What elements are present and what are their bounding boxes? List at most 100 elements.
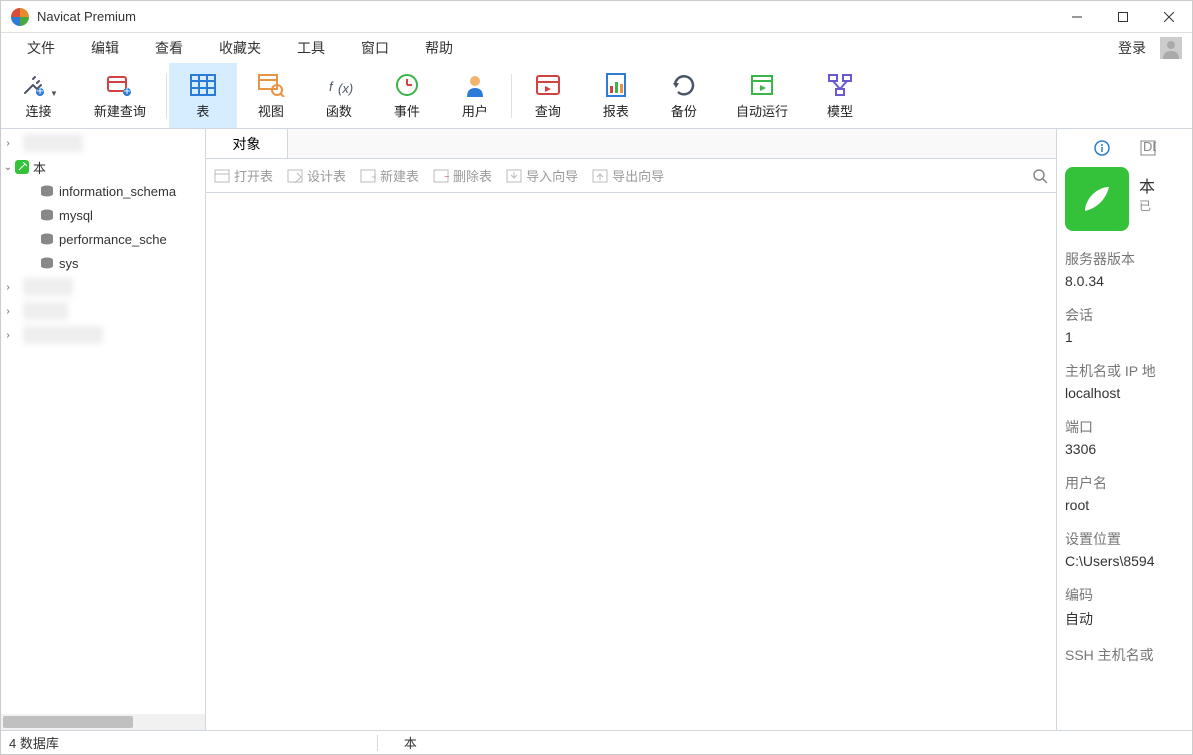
plug-icon: + bbox=[19, 71, 47, 99]
prop-label: 编码 bbox=[1065, 585, 1184, 605]
chevron-down-icon: ⌄ bbox=[1, 162, 15, 173]
new-query-button[interactable]: + 新建查询 bbox=[76, 63, 164, 128]
tree-database[interactable]: performance_sche bbox=[1, 227, 205, 251]
sidebar-hscrollbar[interactable] bbox=[1, 714, 205, 730]
view-icon bbox=[257, 71, 285, 99]
prop-label: 会话 bbox=[1065, 305, 1184, 325]
tab-objects[interactable]: 对象 bbox=[206, 129, 288, 158]
tree-database[interactable]: mysql bbox=[1, 203, 205, 227]
menu-help[interactable]: 帮助 bbox=[407, 34, 471, 62]
event-button[interactable]: 事件 bbox=[373, 63, 441, 128]
import-wizard-button[interactable]: 导入向导 bbox=[506, 166, 578, 185]
dropdown-icon: ▼ bbox=[50, 89, 58, 98]
tree-conn-blurred[interactable]: › bbox=[1, 323, 205, 347]
object-toolbar: 打开表 设计表 +新建表 −删除表 导入向导 导出向导 bbox=[206, 159, 1056, 193]
import-icon bbox=[506, 169, 522, 183]
backup-icon bbox=[670, 71, 698, 99]
autorun-button[interactable]: 自动运行 bbox=[718, 63, 806, 128]
prop-value: localhost bbox=[1065, 385, 1184, 401]
connect-button[interactable]: + ▼ 连接 bbox=[1, 63, 76, 128]
new-query-icon: + bbox=[106, 71, 134, 99]
main-panel: 对象 打开表 设计表 +新建表 −删除表 导入向导 导出向导 bbox=[206, 129, 1057, 730]
search-icon[interactable] bbox=[1032, 168, 1048, 184]
open-table-button[interactable]: 打开表 bbox=[214, 166, 273, 185]
delete-table-button[interactable]: −删除表 bbox=[433, 166, 492, 185]
prop-label: SSH 主机名或 bbox=[1065, 645, 1184, 665]
new-table-button[interactable]: +新建表 bbox=[360, 166, 419, 185]
prop-label: 端口 bbox=[1065, 417, 1184, 437]
query-icon bbox=[534, 71, 562, 99]
tree-database[interactable]: sys bbox=[1, 251, 205, 275]
svg-text:DDL: DDL bbox=[1143, 140, 1156, 154]
info-tab-ddl[interactable]: DDL bbox=[1139, 139, 1157, 157]
menu-file[interactable]: 文件 bbox=[9, 34, 73, 62]
report-icon bbox=[602, 71, 630, 99]
tree-conn-blurred[interactable]: › bbox=[1, 275, 205, 299]
export-wizard-button[interactable]: 导出向导 bbox=[592, 166, 664, 185]
prop-value: 3306 bbox=[1065, 441, 1184, 457]
database-icon bbox=[39, 233, 55, 245]
menu-window[interactable]: 窗口 bbox=[343, 34, 407, 62]
user-button[interactable]: 用户 bbox=[441, 63, 509, 128]
prop-label: 用户名 bbox=[1065, 473, 1184, 493]
menu-view[interactable]: 查看 bbox=[137, 34, 201, 62]
svg-text:+: + bbox=[123, 83, 131, 98]
database-icon bbox=[39, 185, 55, 197]
object-list bbox=[206, 193, 1056, 730]
tree-active-connection[interactable]: ⌄ 本 bbox=[1, 155, 205, 179]
menu-fav[interactable]: 收藏夹 bbox=[201, 34, 279, 62]
status-db-count: 4 数据库 bbox=[1, 733, 67, 752]
minimize-button[interactable] bbox=[1054, 1, 1100, 33]
delete-table-icon: − bbox=[433, 169, 449, 183]
svg-text:+: + bbox=[371, 169, 376, 183]
table-button[interactable]: 表 bbox=[169, 63, 237, 128]
menu-tools[interactable]: 工具 bbox=[279, 34, 343, 62]
connection-sidebar: › ⌄ 本 information_schema mysql performan… bbox=[1, 129, 206, 730]
titlebar: Navicat Premium bbox=[1, 1, 1192, 33]
tree-conn-blurred[interactable]: › bbox=[1, 131, 205, 155]
tree-database[interactable]: information_schema bbox=[1, 179, 205, 203]
prop-label: 主机名或 IP 地 bbox=[1065, 361, 1184, 381]
svg-text:f: f bbox=[329, 79, 334, 94]
table-icon bbox=[189, 71, 217, 99]
database-icon bbox=[39, 209, 55, 221]
report-button[interactable]: 报表 bbox=[582, 63, 650, 128]
prop-value: 自动 bbox=[1065, 609, 1184, 629]
prop-value: 8.0.34 bbox=[1065, 273, 1184, 289]
function-button[interactable]: f(x) 函数 bbox=[305, 63, 373, 128]
design-table-button[interactable]: 设计表 bbox=[287, 166, 346, 185]
model-button[interactable]: 模型 bbox=[806, 63, 874, 128]
prop-value: C:\Users\8594 bbox=[1065, 553, 1184, 569]
view-button[interactable]: 视图 bbox=[237, 63, 305, 128]
clock-icon bbox=[393, 71, 421, 99]
info-tab-info[interactable] bbox=[1093, 139, 1111, 157]
connection-status: 已 bbox=[1139, 197, 1155, 214]
info-panel: DDL 本 已 服务器版本8.0.34 会话1 主机名或 IP 地localho… bbox=[1057, 129, 1192, 730]
export-icon bbox=[592, 169, 608, 183]
menubar: 文件 编辑 查看 收藏夹 工具 窗口 帮助 登录 bbox=[1, 33, 1192, 63]
open-table-icon bbox=[214, 169, 230, 183]
query-button[interactable]: 查询 bbox=[514, 63, 582, 128]
tree-conn-blurred[interactable]: › bbox=[1, 299, 205, 323]
user-avatar-icon[interactable] bbox=[1160, 37, 1182, 59]
connection-header: 本 已 bbox=[1065, 167, 1184, 231]
tree-conn-label: 本 bbox=[33, 158, 46, 177]
database-icon bbox=[39, 257, 55, 269]
function-icon: f (x) bbox=[325, 71, 353, 99]
close-button[interactable] bbox=[1146, 1, 1192, 33]
maximize-button[interactable] bbox=[1100, 1, 1146, 33]
design-table-icon bbox=[287, 169, 303, 183]
autorun-icon bbox=[748, 71, 776, 99]
new-table-icon: + bbox=[360, 169, 376, 183]
connection-name: 本 bbox=[1139, 173, 1155, 197]
svg-text:(x): (x) bbox=[338, 81, 353, 96]
backup-button[interactable]: 备份 bbox=[650, 63, 718, 128]
connection-big-icon bbox=[1065, 167, 1129, 231]
login-link[interactable]: 登录 bbox=[1110, 34, 1154, 62]
main-toolbar: + ▼ 连接 + 新建查询 表 视图 f(x) 函数 事件 用户 查询 报表 备… bbox=[1, 63, 1192, 129]
window-title: Navicat Premium bbox=[37, 9, 136, 24]
svg-text:−: − bbox=[444, 169, 449, 183]
connection-icon bbox=[15, 160, 29, 174]
menu-edit[interactable]: 编辑 bbox=[73, 34, 137, 62]
statusbar: 4 数据库 本 bbox=[1, 730, 1192, 754]
